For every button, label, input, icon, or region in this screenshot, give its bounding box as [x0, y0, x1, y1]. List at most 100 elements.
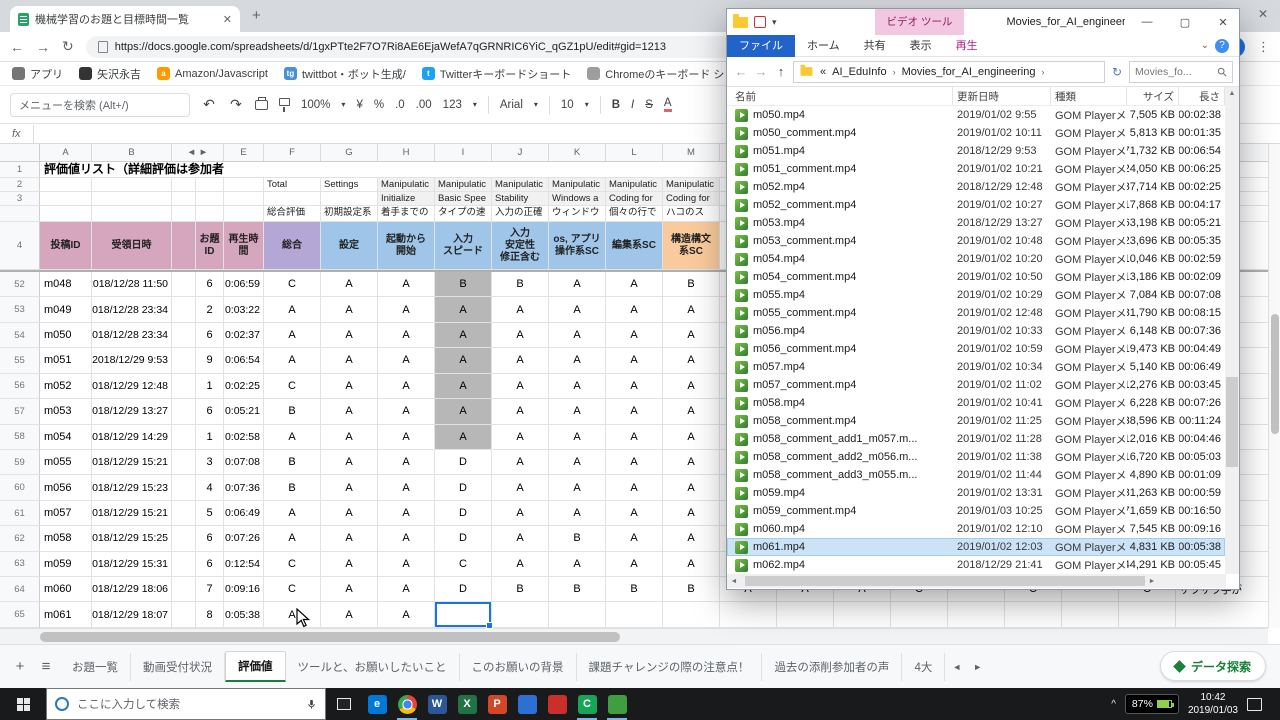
scroll-left-icon[interactable]: ◄: [727, 578, 741, 585]
header-cell[interactable]: ウィンドウ: [549, 206, 606, 222]
cell[interactable]: [172, 449, 196, 476]
cell-score[interactable]: A: [264, 322, 321, 349]
new-tab-button[interactable]: +: [252, 7, 261, 24]
cell-odai-id[interactable]: 6: [196, 551, 224, 578]
file-row[interactable]: m059.mp4 2019/01/02 13:31 GOM Playerメディア フ…: [727, 484, 1225, 502]
forward-icon[interactable]: →: [753, 64, 769, 79]
row-header[interactable]: 4: [0, 222, 40, 270]
cell-score[interactable]: A: [549, 449, 606, 476]
cell-date[interactable]: 2018/12/29 9:53: [92, 348, 172, 374]
file-row[interactable]: m054_comment.mp4 2019/01/02 10:50 GOM Play…: [727, 268, 1225, 286]
cell-score[interactable]: A: [492, 373, 549, 400]
cell-score[interactable]: B: [264, 399, 321, 425]
cell-score[interactable]: B: [663, 272, 720, 298]
header-cell[interactable]: Manipulatic: [606, 178, 663, 192]
cell-score[interactable]: A: [663, 399, 720, 425]
cell-time[interactable]: 0:06:59: [224, 272, 264, 298]
cell-score[interactable]: A: [492, 348, 549, 374]
header-cell[interactable]: 総合評価: [264, 206, 321, 222]
bookmark-item[interactable]: tg twittbot・ボット生成/: [283, 66, 406, 82]
cell-score[interactable]: A: [549, 475, 606, 501]
cell-score[interactable]: A: [378, 551, 435, 578]
cell[interactable]: [1062, 602, 1119, 628]
bookmark-item[interactable]: t Twitterキーボードショート: [421, 66, 571, 82]
cell-score[interactable]: A: [435, 348, 492, 374]
file-row[interactable]: m059_comment.mp4 2019/01/03 10:25 GOM Play…: [727, 502, 1225, 520]
cell[interactable]: [172, 577, 196, 603]
cell-score[interactable]: D: [435, 449, 492, 476]
explorer-horizontal-scrollbar-thumb[interactable]: [745, 576, 1145, 586]
help-icon[interactable]: ?: [1215, 38, 1229, 53]
cell-score[interactable]: A: [663, 449, 720, 476]
header-score[interactable]: os, アプリ 操作系SC: [549, 222, 606, 270]
app-green-icon[interactable]: [602, 688, 632, 720]
cell-score[interactable]: A: [663, 526, 720, 552]
cell-score[interactable]: A: [321, 348, 378, 374]
cell-odai-id[interactable]: 6: [196, 526, 224, 552]
cell-score[interactable]: A: [435, 322, 492, 349]
cell[interactable]: [777, 602, 834, 628]
cell[interactable]: [1005, 602, 1062, 628]
cell-score[interactable]: A: [321, 475, 378, 501]
explorer-vertical-scrollbar-thumb[interactable]: [1226, 377, 1238, 467]
column-header[interactable]: L: [606, 144, 663, 161]
strikethrough-button[interactable]: S: [645, 99, 653, 111]
app-red-icon[interactable]: [542, 688, 572, 720]
cell-score[interactable]: B: [435, 272, 492, 298]
header-cell[interactable]: 着手までの: [378, 206, 435, 222]
header-cell[interactable]: Total: [264, 178, 321, 192]
ribbon-tab[interactable]: 再生: [944, 35, 990, 57]
cell-score[interactable]: A: [321, 297, 378, 323]
cell-score[interactable]: B: [492, 577, 549, 603]
cell-score[interactable]: [492, 602, 549, 628]
cell[interactable]: [172, 192, 196, 206]
back-icon[interactable]: ←: [10, 39, 24, 55]
row-header[interactable]: 59: [0, 449, 40, 476]
cell-time[interactable]: 0:07:36: [224, 475, 264, 501]
excel-icon[interactable]: X: [452, 688, 482, 720]
file-row[interactable]: m053.mp4 2018/12/29 13:27 GOM Playerメディア フ…: [727, 214, 1225, 232]
column-header[interactable]: G: [321, 144, 378, 161]
bookmark-item[interactable]: a Amazon/Javascript: [157, 67, 268, 80]
cell-date[interactable]: 2018/12/29 18:07: [92, 602, 172, 628]
cell-date[interactable]: 2018/12/29 14:29: [92, 424, 172, 450]
header-score[interactable]: 設定: [321, 222, 378, 270]
header-cell[interactable]: Stability: [492, 192, 549, 206]
cell-odai-id[interactable]: 6: [196, 322, 224, 349]
cell-score[interactable]: A: [663, 373, 720, 400]
cell-date[interactable]: 2018/12/29 13:27: [92, 399, 172, 425]
quick-access-caret-icon[interactable]: ▾: [772, 17, 777, 28]
cell-score[interactable]: A: [378, 399, 435, 425]
sheet-tab[interactable]: 評価値: [225, 651, 286, 682]
cell[interactable]: [196, 206, 224, 222]
column-header[interactable]: B: [92, 144, 172, 161]
cell-score[interactable]: B: [492, 272, 549, 298]
file-row[interactable]: m057.mp4 2019/01/02 10:34 GOM Playerメディア フ…: [727, 358, 1225, 376]
row-header[interactable]: 57: [0, 399, 40, 425]
row-header[interactable]: 62: [0, 526, 40, 552]
column-header[interactable]: I: [435, 144, 492, 161]
file-row[interactable]: m058_comment_add1_m057.m... 2019/01/02 11…: [727, 430, 1225, 448]
cell-score[interactable]: B: [549, 577, 606, 603]
file-row[interactable]: m058_comment_add3_m055.m... 2019/01/02 11…: [727, 466, 1225, 484]
header-odai[interactable]: お題 ID: [196, 222, 224, 270]
cell-date[interactable]: 2018/12/29 18:06: [92, 577, 172, 603]
row-header[interactable]: 63: [0, 551, 40, 578]
zoom-select[interactable]: 100%: [301, 99, 330, 111]
scroll-up-icon[interactable]: ▲: [1225, 87, 1239, 100]
cell-score[interactable]: A: [321, 424, 378, 450]
header-cell[interactable]: Manipulatic: [663, 178, 720, 192]
cell-score[interactable]: A: [378, 272, 435, 298]
font-size-select[interactable]: 10: [561, 99, 574, 111]
file-row[interactable]: m056_comment.mp4 2019/01/02 10:59 GOM Play…: [727, 340, 1225, 358]
cell-score[interactable]: A: [378, 526, 435, 552]
cell[interactable]: [196, 178, 224, 192]
decrease-decimal-button[interactable]: .0: [395, 99, 405, 111]
cell-score[interactable]: B: [549, 526, 606, 552]
cell-score[interactable]: A: [549, 322, 606, 349]
print-icon[interactable]: [255, 96, 268, 110]
column-header[interactable]: K: [549, 144, 606, 161]
row-header[interactable]: 64: [0, 577, 40, 603]
cell-score[interactable]: D: [435, 475, 492, 501]
taskbar-search-box[interactable]: ここに入力して検索: [46, 688, 326, 720]
